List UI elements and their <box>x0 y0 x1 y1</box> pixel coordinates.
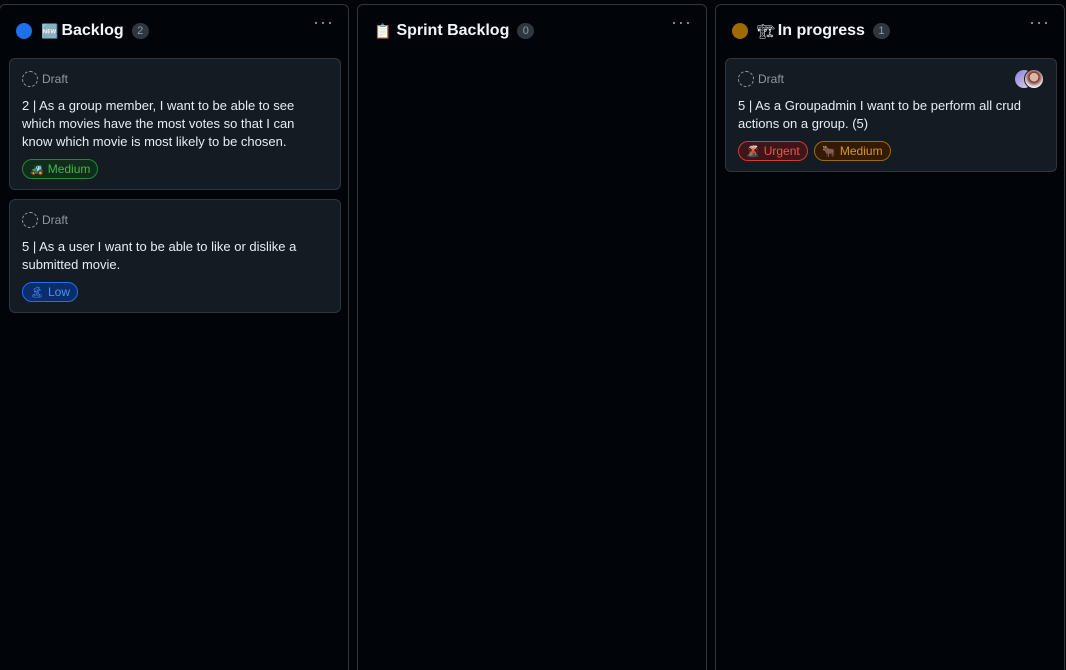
item-count-badge: 0 <box>517 23 535 39</box>
card-title[interactable]: 2 | As a group member, I want to be able… <box>22 97 328 151</box>
draft-label: Draft <box>42 213 69 227</box>
draft-icon <box>22 212 38 228</box>
construction-icon: 🏗 <box>757 23 775 39</box>
label-text: Urgent <box>763 144 800 158</box>
status-circle-icon <box>732 23 748 39</box>
column-in-progress: 🏗 In progress 1 ··· Draft 5 | As a Group… <box>715 4 1065 670</box>
column-backlog: 🆕 Backlog 2 ··· Draft 2 | As a group mem… <box>0 4 349 670</box>
column-header: 🏗 In progress 1 ··· <box>716 5 1064 57</box>
draft-icon <box>738 71 754 87</box>
board-card[interactable]: Draft 5 | As a user I want to be able to… <box>9 199 341 313</box>
tractor-icon: 🚜 <box>30 163 44 176</box>
ox-icon: 🐂 <box>822 145 836 158</box>
column-menu-button[interactable]: ··· <box>671 13 692 31</box>
board-card[interactable]: Draft 2 | As a group member, I want to b… <box>9 58 341 190</box>
column-title: Backlog <box>61 22 124 39</box>
column-menu-button[interactable]: ··· <box>313 13 334 31</box>
draft-indicator: Draft <box>738 71 1044 87</box>
column-menu-button[interactable]: ··· <box>1029 13 1050 31</box>
project-board: 🆕 Backlog 2 ··· Draft 2 | As a group mem… <box>0 0 1066 670</box>
draft-indicator: Draft <box>22 212 328 228</box>
label-text: Medium <box>47 162 91 176</box>
board-card[interactable]: Draft 5 | As a Groupadmin I want to be p… <box>725 58 1057 172</box>
card-title[interactable]: 5 | As a user I want to be able to like … <box>22 238 328 274</box>
priority-label[interactable]: 🚜 Medium <box>22 159 99 179</box>
assignee-avatars[interactable] <box>1014 69 1044 89</box>
avatar <box>1024 69 1044 89</box>
priority-label[interactable]: 🏝 Low <box>22 282 78 302</box>
clipboard-icon: 📋 <box>374 23 392 39</box>
column-header: 📋 Sprint Backlog 0 ··· <box>358 5 706 57</box>
card-title[interactable]: 5 | As a Groupadmin I want to be perform… <box>738 97 1044 133</box>
column-title: Sprint Backlog <box>396 22 510 39</box>
item-count-badge: 2 <box>131 23 149 39</box>
volcano-icon: 🌋 <box>746 145 760 158</box>
draft-label: Draft <box>758 72 785 86</box>
column-sprint-backlog: 📋 Sprint Backlog 0 ··· <box>357 4 707 670</box>
status-circle-icon <box>16 23 32 39</box>
item-count-badge: 1 <box>872 23 890 39</box>
draft-icon <box>22 71 38 87</box>
label-text: Medium <box>839 144 883 158</box>
column-header: 🆕 Backlog 2 ··· <box>0 5 348 57</box>
label-text: Low <box>47 285 70 299</box>
island-icon: 🏝 <box>30 286 44 299</box>
priority-label[interactable]: 🌋 Urgent <box>738 141 808 161</box>
draft-label: Draft <box>42 72 69 86</box>
draft-indicator: Draft <box>22 71 328 87</box>
size-label[interactable]: 🐂 Medium <box>814 141 891 161</box>
column-title: In progress <box>777 22 865 39</box>
new-badge-icon: 🆕 <box>41 23 59 39</box>
